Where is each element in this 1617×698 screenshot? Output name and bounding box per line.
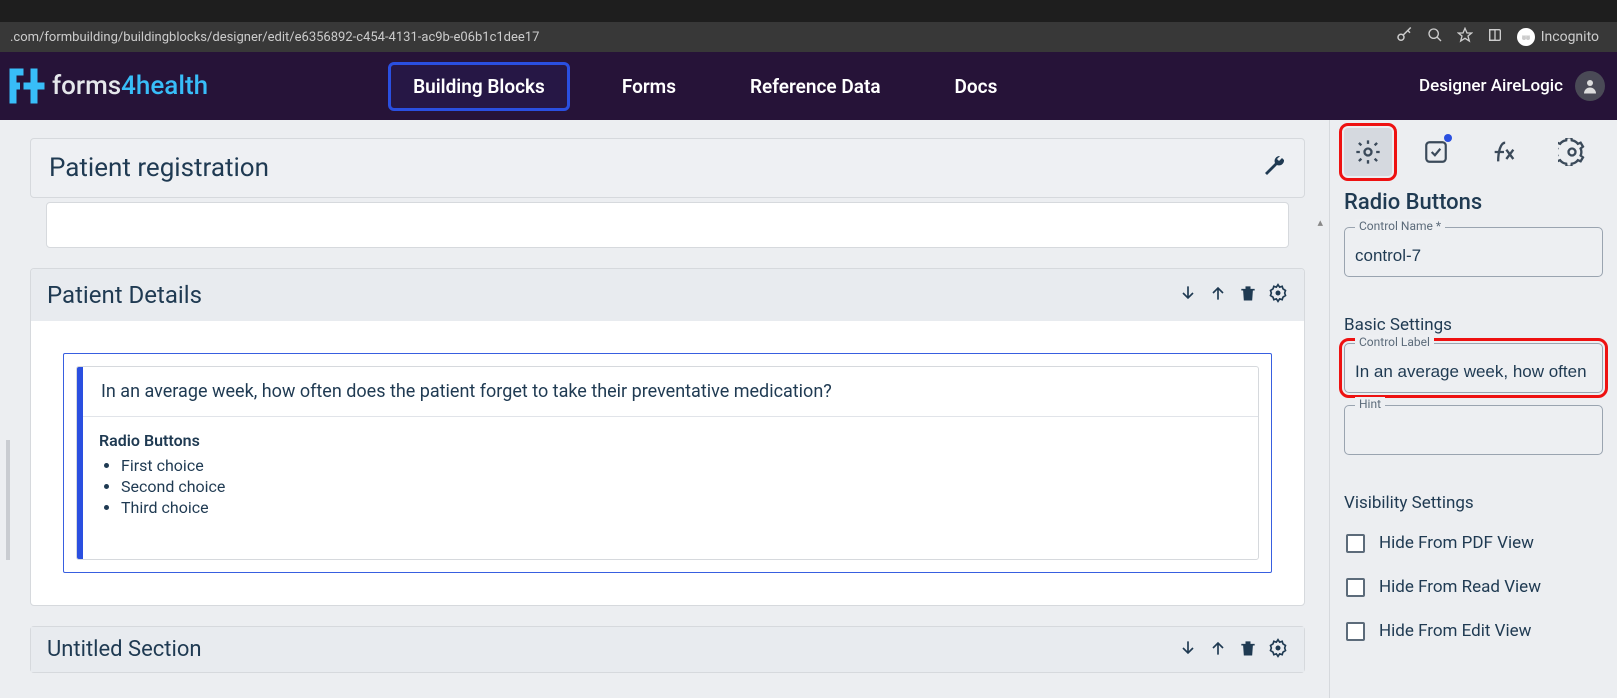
settings-icon[interactable] xyxy=(1268,283,1288,307)
hide-edit-row[interactable]: Hide From Edit View xyxy=(1344,609,1603,653)
tab-settings[interactable] xyxy=(1344,128,1392,176)
avatar[interactable] xyxy=(1575,71,1605,101)
app-header: forms4health Building Blocks Forms Refer… xyxy=(0,52,1617,120)
move-down-icon[interactable] xyxy=(1178,638,1198,662)
incognito-label: Incognito xyxy=(1541,29,1599,45)
hide-read-row[interactable]: Hide From Read View xyxy=(1344,565,1603,609)
control-name-input[interactable] xyxy=(1355,246,1592,266)
field-choice-list: First choice Second choice Third choice xyxy=(121,456,1242,517)
workspace: Patient registration ▴ Patient Details xyxy=(0,120,1617,698)
panel-visibility-settings: Visibility Settings Hide From PDF View H… xyxy=(1330,473,1617,659)
move-down-icon[interactable] xyxy=(1178,283,1198,307)
panel-control-name-section: Radio Buttons Control Name * xyxy=(1330,180,1617,295)
delete-icon[interactable] xyxy=(1238,638,1258,662)
basic-settings-heading: Basic Settings xyxy=(1344,315,1603,335)
canvas-column: Patient registration ▴ Patient Details xyxy=(0,120,1329,698)
nav-docs[interactable]: Docs xyxy=(933,65,1020,108)
field-question-label: In an average week, how often does the p… xyxy=(83,367,1258,417)
main-nav: Building Blocks Forms Reference Data Doc… xyxy=(388,62,1019,111)
field-choice-item: Third choice xyxy=(121,498,1242,517)
page-titlebar: Patient registration xyxy=(30,138,1305,198)
incognito-badge: Incognito xyxy=(1517,28,1599,46)
hide-edit-label: Hide From Edit View xyxy=(1379,621,1531,641)
logo-mark-icon xyxy=(6,65,48,107)
hint-field-group: Hint xyxy=(1344,405,1603,455)
field-type-label: Radio Buttons xyxy=(99,431,1242,450)
page-title: Patient registration xyxy=(49,153,269,183)
control-label-label: Control Label xyxy=(1355,335,1434,349)
scroll-up-caret-icon[interactable]: ▴ xyxy=(1317,216,1323,229)
control-label-field-group: Control Label xyxy=(1344,343,1603,393)
checkbox[interactable] xyxy=(1346,622,1365,641)
logo-text: forms4health xyxy=(52,71,208,101)
hint-input[interactable] xyxy=(1355,424,1592,444)
checkbox[interactable] xyxy=(1346,578,1365,597)
settings-icon[interactable] xyxy=(1268,638,1288,662)
delete-icon[interactable] xyxy=(1238,283,1258,307)
incognito-icon xyxy=(1517,28,1535,46)
previous-card-stub xyxy=(46,202,1289,248)
section-card-untitled: Untitled Section xyxy=(30,626,1305,673)
move-up-icon[interactable] xyxy=(1208,283,1228,307)
section-actions xyxy=(1178,283,1288,307)
user-name: Designer AireLogic xyxy=(1419,76,1563,96)
nav-building-blocks[interactable]: Building Blocks xyxy=(388,62,570,111)
control-label-input[interactable] xyxy=(1355,362,1592,382)
panel-heading: Radio Buttons xyxy=(1344,190,1603,215)
panel-basic-settings: Basic Settings Control Label Hint xyxy=(1330,295,1617,473)
hint-label: Hint xyxy=(1355,397,1385,411)
section-body: In an average week, how often does the p… xyxy=(31,321,1304,605)
tab-fx[interactable] xyxy=(1480,128,1528,176)
section-card-patient-details: Patient Details In an average week, how … xyxy=(30,268,1305,606)
tab-advanced-settings[interactable] xyxy=(1548,128,1596,176)
selected-field-frame[interactable]: In an average week, how often does the p… xyxy=(63,353,1272,573)
tab-validation[interactable] xyxy=(1412,128,1460,176)
user-area[interactable]: Designer AireLogic xyxy=(1419,71,1605,101)
visibility-settings-heading: Visibility Settings xyxy=(1344,493,1603,513)
properties-panel: Radio Buttons Control Name * Basic Setti… xyxy=(1329,120,1617,698)
control-name-label: Control Name * xyxy=(1355,219,1445,233)
field-choice-item: First choice xyxy=(121,456,1242,475)
next-section-actions xyxy=(1178,638,1288,662)
move-up-icon[interactable] xyxy=(1208,638,1228,662)
next-section-header[interactable]: Untitled Section xyxy=(31,627,1304,672)
wrench-icon[interactable] xyxy=(1262,154,1286,182)
field-choice-item: Second choice xyxy=(121,477,1242,496)
hide-read-label: Hide From Read View xyxy=(1379,577,1541,597)
app-logo[interactable]: forms4health xyxy=(6,65,208,107)
checkbox[interactable] xyxy=(1346,534,1365,553)
hide-pdf-label: Hide From PDF View xyxy=(1379,533,1534,553)
hide-pdf-row[interactable]: Hide From PDF View xyxy=(1344,521,1603,565)
tab-badge-dot xyxy=(1444,134,1452,142)
section-title: Patient Details xyxy=(47,281,202,309)
control-name-field-group: Control Name * xyxy=(1344,227,1603,277)
zoom-icon[interactable] xyxy=(1427,27,1443,47)
key-icon[interactable] xyxy=(1395,26,1413,48)
left-scrollbar[interactable] xyxy=(6,440,10,560)
browser-url: .com/formbuilding/buildingblocks/designe… xyxy=(10,30,1395,45)
nav-forms[interactable]: Forms xyxy=(600,65,698,108)
properties-tabs xyxy=(1330,120,1617,180)
nav-reference-data[interactable]: Reference Data xyxy=(728,65,903,108)
field-preview-body: Radio Buttons First choice Second choice… xyxy=(83,417,1258,517)
browser-address-bar: .com/formbuilding/buildingblocks/designe… xyxy=(0,22,1617,52)
extensions-icon[interactable] xyxy=(1487,27,1503,47)
star-icon[interactable] xyxy=(1457,27,1473,47)
browser-toolbar-icons: Incognito xyxy=(1395,26,1607,48)
section-header[interactable]: Patient Details xyxy=(31,269,1304,321)
next-section-title: Untitled Section xyxy=(47,637,202,662)
browser-empty-bar xyxy=(0,0,1617,22)
